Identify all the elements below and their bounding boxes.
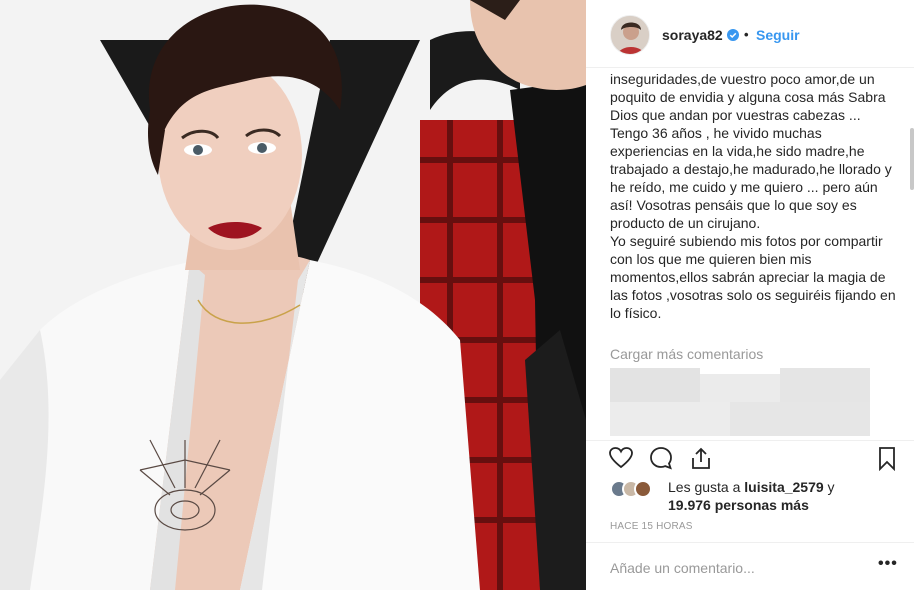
heart-icon[interactable] bbox=[608, 445, 634, 471]
likes-middle: y bbox=[823, 479, 835, 495]
comment-input[interactable] bbox=[610, 557, 860, 579]
share-icon[interactable] bbox=[688, 445, 714, 471]
bookmark-icon[interactable] bbox=[874, 445, 900, 472]
verified-badge-icon bbox=[727, 28, 739, 41]
caption-paragraph: Yo seguiré subiendo mis fotos por compar… bbox=[610, 233, 896, 321]
liker-username-link[interactable]: luisita_2579 bbox=[744, 479, 823, 495]
caption-scrollbar[interactable] bbox=[910, 128, 914, 190]
liker-avatar[interactable] bbox=[634, 480, 652, 498]
caption-paragraph: Tengo 36 años , he vivido muchas experie… bbox=[610, 125, 892, 231]
more-options-button[interactable]: ••• bbox=[878, 555, 898, 573]
liker-avatars bbox=[610, 480, 658, 500]
likes-prefix: Les gusta a bbox=[668, 479, 745, 495]
separator-dot: • bbox=[744, 27, 749, 42]
post-timestamp[interactable]: HACE 15 HORAS bbox=[610, 521, 693, 532]
author-avatar[interactable] bbox=[610, 15, 650, 55]
post-action-bar bbox=[586, 440, 914, 476]
photo-illustration bbox=[0, 0, 586, 590]
likes-count-link[interactable]: 19.976 personas más bbox=[668, 497, 809, 513]
comment-bubble-icon[interactable] bbox=[648, 445, 674, 471]
post-caption: inseguridades,de vuestro poco amor,de un… bbox=[610, 70, 896, 322]
post-photo[interactable] bbox=[0, 0, 586, 590]
load-more-comments-link[interactable]: Cargar más comentarios bbox=[610, 346, 763, 362]
follow-button[interactable]: Seguir bbox=[756, 27, 800, 43]
avatar-image bbox=[611, 16, 649, 54]
likes-text: Les gusta a luisita_2579 y 19.976 person… bbox=[668, 478, 898, 514]
blurred-comments-placeholder bbox=[610, 368, 870, 436]
author-username[interactable]: soraya82 bbox=[662, 27, 723, 43]
post-panel: soraya82 • Seguir inseguridades,de vuest… bbox=[586, 0, 914, 590]
comment-form: ••• bbox=[586, 542, 914, 590]
post-header: soraya82 • Seguir bbox=[586, 0, 914, 68]
caption-paragraph: inseguridades,de vuestro poco amor,de un… bbox=[610, 71, 886, 123]
